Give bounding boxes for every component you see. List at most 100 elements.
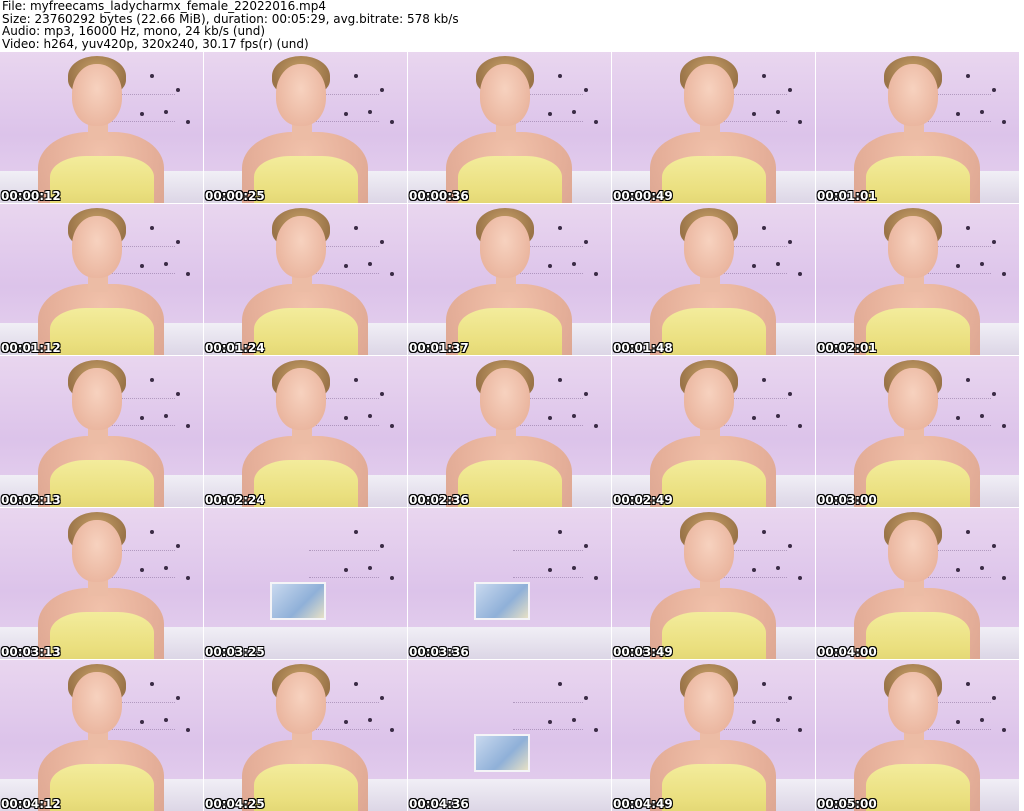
video-line: Video: h264, yuv420p, 320x240, 30.17 fps… xyxy=(2,36,309,51)
video-thumbnail: 00:04:25 xyxy=(204,660,407,811)
butterfly-decal xyxy=(186,576,190,580)
thumbnail-timestamp: 00:03:49 xyxy=(613,645,673,659)
person-face xyxy=(684,520,734,582)
butterfly-decal xyxy=(186,272,190,276)
thumbnail-timestamp: 00:01:48 xyxy=(613,341,673,355)
butterfly-decal xyxy=(966,682,970,686)
butterfly-decal xyxy=(776,414,780,418)
person-face xyxy=(684,216,734,278)
butterfly-decal xyxy=(788,696,792,700)
wall-poster xyxy=(474,734,530,772)
butterfly-decal xyxy=(572,718,576,722)
person-face xyxy=(888,64,938,126)
butterfly-decal xyxy=(176,392,180,396)
thumbnail-timestamp: 00:05:00 xyxy=(817,797,877,811)
thumbnail-timestamp: 00:02:49 xyxy=(613,493,673,507)
wall-decal xyxy=(309,550,379,578)
thumbnail-grid: 00:00:12 00:00:25 00:00:36 00:00:49 00:01:01… xyxy=(0,52,1024,811)
audio-line: Audio: mp3, 16000 Hz, mono, 24 kb/s (und… xyxy=(2,24,266,39)
thumbnail-timestamp: 00:00:49 xyxy=(613,189,673,203)
butterfly-decal xyxy=(150,226,154,230)
video-thumbnail: 00:03:25 xyxy=(204,508,407,659)
butterfly-decal xyxy=(1002,576,1006,580)
video-thumbnail: 00:05:00 xyxy=(816,660,1019,811)
butterfly-decal xyxy=(752,720,756,724)
butterfly-decal xyxy=(776,718,780,722)
video-thumbnail: 00:04:00 xyxy=(816,508,1019,659)
butterfly-decal xyxy=(572,414,576,418)
person-top xyxy=(50,612,154,659)
wall-decal xyxy=(513,550,583,578)
butterfly-decal xyxy=(164,414,168,418)
person-top xyxy=(50,308,154,355)
butterfly-decal xyxy=(584,696,588,700)
person-top xyxy=(50,156,154,203)
person-face xyxy=(888,368,938,430)
butterfly-decal xyxy=(548,720,552,724)
person-face xyxy=(684,672,734,734)
butterfly-decal xyxy=(752,416,756,420)
butterfly-decal xyxy=(584,240,588,244)
video-thumbnail: 00:01:12 xyxy=(0,204,203,355)
butterfly-decal xyxy=(1002,424,1006,428)
butterfly-decal xyxy=(368,262,372,266)
person-top xyxy=(254,308,358,355)
person-top xyxy=(458,156,562,203)
butterfly-decal xyxy=(788,88,792,92)
person-face xyxy=(276,216,326,278)
person-top xyxy=(662,612,766,659)
butterfly-decal xyxy=(140,264,144,268)
person-top xyxy=(254,460,358,507)
butterfly-decal xyxy=(762,530,766,534)
person-face xyxy=(888,216,938,278)
butterfly-decal xyxy=(752,112,756,116)
thumbnail-timestamp: 00:01:24 xyxy=(205,341,265,355)
butterfly-decal xyxy=(992,392,996,396)
thumbnail-timestamp: 00:04:12 xyxy=(1,797,61,811)
butterfly-decal xyxy=(594,424,598,428)
butterfly-decal xyxy=(980,566,984,570)
person-face xyxy=(72,368,122,430)
butterfly-decal xyxy=(390,120,394,124)
butterfly-decal xyxy=(798,120,802,124)
person-face xyxy=(888,672,938,734)
butterfly-decal xyxy=(798,576,802,580)
butterfly-decal xyxy=(390,728,394,732)
person-top xyxy=(662,764,766,811)
thumbnail-timestamp: 00:03:36 xyxy=(409,645,469,659)
butterfly-decal xyxy=(788,392,792,396)
butterfly-decal xyxy=(150,530,154,534)
person-top xyxy=(866,308,970,355)
thumbnail-timestamp: 00:00:25 xyxy=(205,189,265,203)
thumbnail-timestamp: 00:03:00 xyxy=(817,493,877,507)
person-top xyxy=(50,460,154,507)
person-top xyxy=(866,156,970,203)
butterfly-decal xyxy=(380,544,384,548)
butterfly-decal xyxy=(548,568,552,572)
butterfly-decal xyxy=(798,272,802,276)
butterfly-decal xyxy=(956,112,960,116)
butterfly-decal xyxy=(344,720,348,724)
butterfly-decal xyxy=(344,112,348,116)
butterfly-decal xyxy=(992,696,996,700)
butterfly-decal xyxy=(558,226,562,230)
person-top xyxy=(866,612,970,659)
butterfly-decal xyxy=(150,378,154,382)
butterfly-decal xyxy=(762,226,766,230)
person-top xyxy=(662,156,766,203)
video-thumbnail: 00:02:36 xyxy=(408,356,611,507)
video-thumbnail: 00:03:49 xyxy=(612,508,815,659)
butterfly-decal xyxy=(762,378,766,382)
thumbnail-timestamp: 00:02:01 xyxy=(817,341,877,355)
butterfly-decal xyxy=(176,88,180,92)
butterfly-decal xyxy=(380,240,384,244)
butterfly-decal xyxy=(594,272,598,276)
thumbnail-timestamp: 00:02:24 xyxy=(205,493,265,507)
video-thumbnail: 00:00:25 xyxy=(204,52,407,203)
thumbnail-timestamp: 00:02:36 xyxy=(409,493,469,507)
butterfly-decal xyxy=(354,530,358,534)
butterfly-decal xyxy=(548,112,552,116)
video-thumbnail: 00:00:12 xyxy=(0,52,203,203)
butterfly-decal xyxy=(966,226,970,230)
butterfly-decal xyxy=(186,424,190,428)
